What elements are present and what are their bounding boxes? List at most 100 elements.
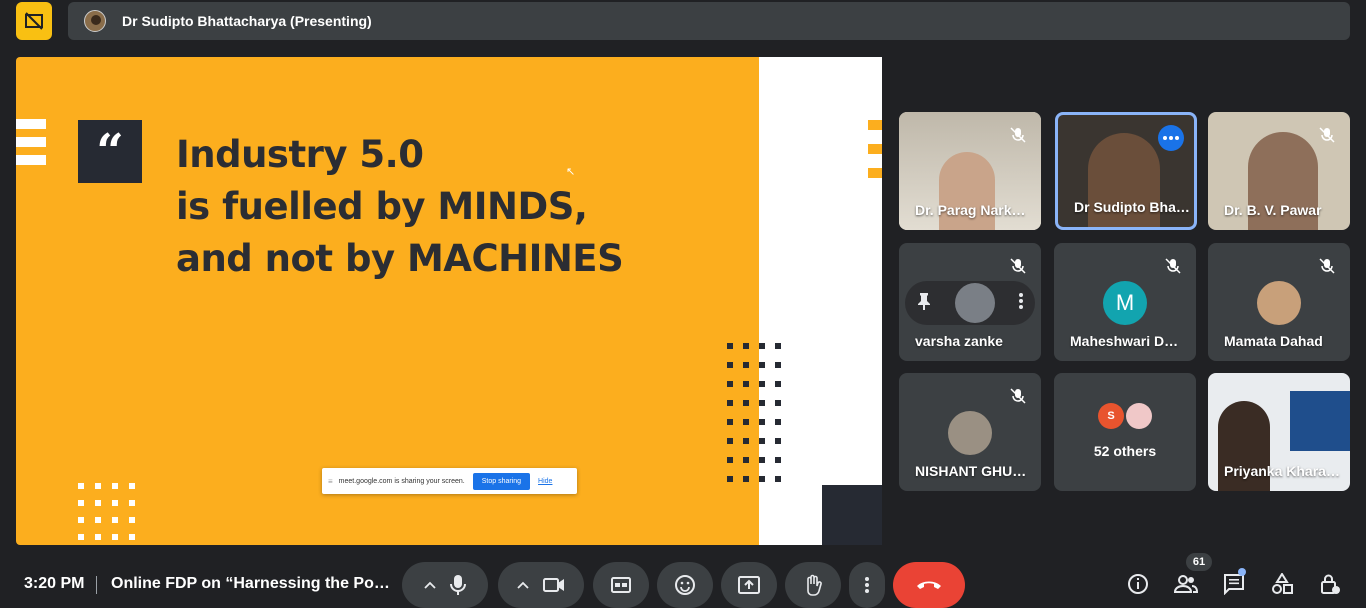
hide-notice-link[interactable]: Hide [538,478,552,485]
meeting-clock: 3:20 PM [24,575,85,592]
participant-name: Dr. Parag Nark… [915,202,1026,218]
meeting-details-button[interactable] [1126,572,1150,596]
slide-dot [78,500,84,506]
participant-tile[interactable]: varsha zanke [899,243,1041,361]
slide-line-3: and not by MACHINES [176,237,624,280]
lock-person-icon [1321,574,1340,594]
present-screen-button[interactable] [721,562,777,608]
divider [96,576,97,594]
slide-dot [112,517,118,523]
participant-name: Dr. B. V. Pawar [1224,202,1322,218]
captions-icon [611,577,631,593]
slide-dot [129,500,135,506]
slide-dot [727,343,733,349]
participant-tile[interactable]: Dr. Parag Nark… [899,112,1041,230]
slide-dot [743,457,749,463]
presenter-name: Dr Sudipto Bhattacharya (Presenting) [122,13,372,29]
mic-off-icon [1319,258,1335,274]
raise-hand-button[interactable] [785,562,841,608]
participant-name: Priyanka Khara… [1224,463,1340,479]
slide-dot [95,500,101,506]
slide-dot [775,457,781,463]
mic-off-icon [1010,388,1026,404]
activities-button[interactable] [1270,572,1294,596]
slide-dot [759,400,765,406]
info-icon [1128,574,1148,594]
participant-figure [1088,133,1160,227]
tile-hover-controls [905,281,1035,325]
slide-dark-block [822,485,882,545]
slide-dot [727,381,733,387]
slide-dot [727,438,733,444]
participant-avatar [1126,403,1152,429]
slide-dot [78,534,84,540]
slide-dot [759,419,765,425]
slide-dot [775,400,781,406]
more-options-icon[interactable] [1019,292,1023,314]
slide-dot [727,400,733,406]
emoji-icon [675,575,695,595]
slide-dot [95,483,101,489]
quote-mark-icon: “ [78,120,142,183]
more-options-button[interactable] [849,562,885,608]
stop-sharing-button[interactable]: Stop sharing [472,472,531,490]
slide-dot [759,381,765,387]
participant-tile[interactable]: NISHANT GHU… [899,373,1041,491]
slide-line-2: is fuelled by MINDS, [176,185,588,228]
mic-off-icon [1319,127,1335,143]
participant-figure [939,152,995,230]
slide-dot [129,483,135,489]
slide-headline: Industry 5.0 is fuelled by MINDS, and no… [176,129,624,285]
participant-tile[interactable]: Priyanka Khara… [1208,373,1350,491]
slide-line-1: Industry 5.0 [176,133,424,176]
leave-call-button[interactable] [893,562,965,608]
participant-name: varsha zanke [915,333,1003,349]
slide-dot [727,362,733,368]
participant-tile[interactable]: Dr. B. V. Pawar [1208,112,1350,230]
slide-dot [112,483,118,489]
more-options-icon[interactable] [1158,125,1184,151]
slide-dot [775,476,781,482]
pin-icon[interactable] [917,292,931,315]
slide-dot [775,419,781,425]
reactions-button[interactable] [657,562,713,608]
people-button[interactable] [1174,572,1198,596]
slide-dot [775,438,781,444]
people-icon [1174,575,1198,593]
background-screen [1290,391,1350,451]
others-count-label: 52 others [1093,443,1157,459]
drag-handle-icon[interactable]: ≡ [328,477,333,486]
host-controls-button[interactable] [1318,572,1342,596]
share-notice-text: meet.google.com is sharing your screen. [338,477,465,485]
participant-avatar [1257,281,1301,325]
mouse-cursor-icon: ↖ [566,166,576,178]
slide-dot [727,476,733,482]
others-tile[interactable]: S 52 others [1054,373,1196,491]
participant-name: Mamata Dahad [1224,333,1323,349]
audio-settings-chevron-icon[interactable] [424,581,436,589]
slide-dot-grid-dark [727,343,781,482]
slide-dot [759,362,765,368]
hide-self-view-icon[interactable] [16,2,52,40]
shared-screen: “ Industry 5.0 is fuelled by MINDS, and … [16,57,882,545]
slide-dot [95,534,101,540]
present-icon [738,576,760,594]
camera-button[interactable] [543,577,565,593]
participant-tile[interactable]: Mamata Dahad [1208,243,1350,361]
slide-dot [759,457,765,463]
participant-tile-active-speaker[interactable]: Dr Sudipto Bha… [1055,112,1197,230]
slide-dot [775,381,781,387]
activities-icon [1272,573,1293,594]
participant-name: Maheshwari D… [1070,333,1179,349]
captions-button[interactable] [593,562,649,608]
slide-bars-right [868,120,882,192]
presenter-avatar [84,10,106,32]
slide-dot [727,457,733,463]
microphone-button[interactable] [450,574,466,596]
chat-icon [1224,574,1244,595]
video-settings-chevron-icon[interactable] [517,581,529,589]
participant-tile[interactable]: M Maheshwari D… [1054,243,1196,361]
mic-off-icon [1010,127,1026,143]
slide-dot [743,381,749,387]
participant-name: NISHANT GHU… [915,463,1027,479]
